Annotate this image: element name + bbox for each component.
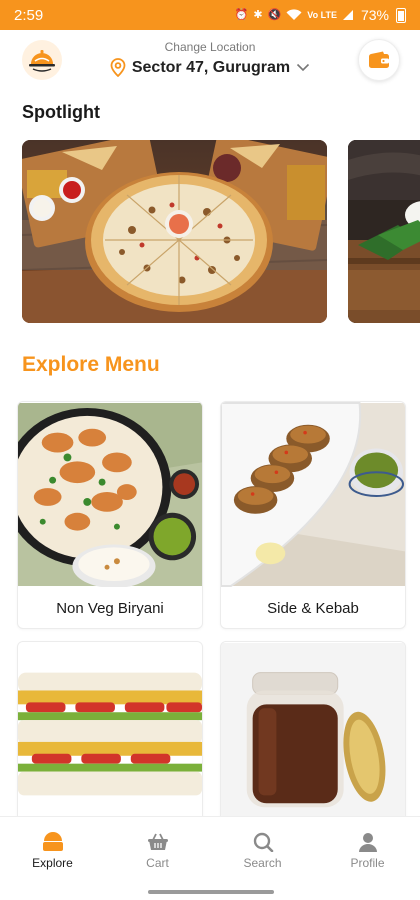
menu-card-sauce[interactable]	[220, 641, 406, 821]
spotlight-carousel[interactable]	[22, 140, 420, 323]
nav-search[interactable]: Search	[210, 817, 315, 884]
nav-label: Cart	[146, 855, 169, 870]
nav-label: Search	[243, 855, 282, 870]
menu-card-side-kebab[interactable]: Side & Kebab	[220, 401, 406, 629]
explore-menu-title: Explore Menu	[22, 353, 160, 376]
dessert-image	[348, 140, 420, 323]
pizza-platter-image	[22, 140, 327, 323]
menu-card-sandwich[interactable]	[17, 641, 203, 821]
battery-percent: 73%	[360, 7, 389, 23]
location-name: Sector 47, Gurugram	[131, 58, 291, 76]
spotlight-banner[interactable]	[348, 140, 420, 323]
location-selector[interactable]: Change Location Sector 47, Gurugram	[100, 40, 320, 77]
chevron-down-icon	[297, 63, 310, 72]
kebab-image	[221, 402, 405, 587]
nav-label: Explore	[32, 855, 73, 870]
status-time: 2:59	[14, 6, 44, 24]
mute-icon: 🔇	[267, 8, 282, 21]
menu-card-label: Side & Kebab	[267, 600, 359, 617]
sauce-jar-image	[221, 642, 405, 820]
cloche-logo-icon	[29, 50, 55, 72]
app-header: Change Location Sector 47, Gurugram	[0, 30, 420, 94]
location-pin-icon	[110, 58, 126, 77]
bottom-navigation: Explore Cart Search Profile	[0, 816, 420, 884]
bluetooth-icon: ✱	[253, 8, 263, 21]
status-icons: ⏰ ✱ 🔇 Vo LTE 73%	[235, 7, 406, 23]
nav-profile[interactable]: Profile	[315, 817, 420, 884]
signal-icon: Vo LTE	[307, 9, 337, 20]
location-caption: Change Location	[164, 40, 256, 54]
search-icon	[253, 832, 273, 852]
menu-card-non-veg-biryani[interactable]: Non Veg Biryani	[17, 401, 203, 629]
wallet-icon	[369, 51, 389, 68]
nav-explore[interactable]: Explore	[0, 817, 105, 884]
wallet-button[interactable]	[358, 39, 400, 81]
profile-icon	[358, 832, 377, 852]
wifi-icon	[286, 9, 302, 20]
cell-signal-icon	[342, 10, 353, 20]
status-bar: 2:59 ⏰ ✱ 🔇 Vo LTE 73%	[0, 0, 420, 30]
biryani-image	[18, 402, 202, 587]
sandwich-image	[18, 642, 202, 820]
battery-icon	[396, 7, 406, 23]
explore-icon	[42, 831, 63, 851]
spotlight-banner[interactable]	[22, 140, 327, 323]
nav-label: Profile	[350, 855, 385, 870]
alarm-icon: ⏰	[234, 8, 249, 21]
menu-card-label: Non Veg Biryani	[56, 600, 164, 617]
home-indicator[interactable]	[148, 890, 274, 894]
nav-cart[interactable]: Cart	[105, 817, 210, 884]
spotlight-title: Spotlight	[22, 102, 100, 122]
cart-icon	[147, 833, 168, 850]
brand-logo[interactable]	[22, 40, 62, 80]
